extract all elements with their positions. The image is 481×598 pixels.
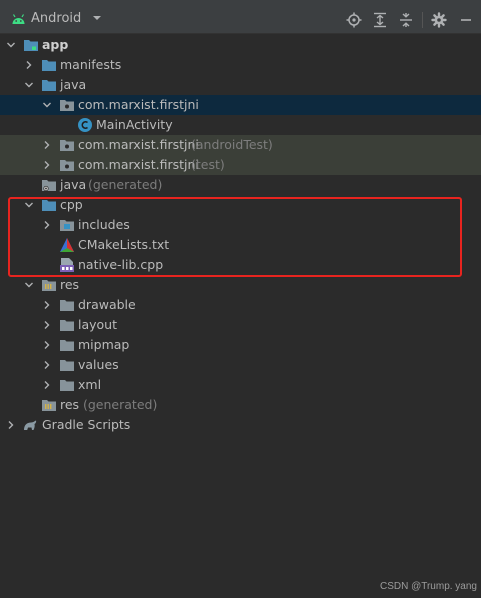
tree-suffix-generated: (generated) [88, 177, 163, 192]
collapse-all-icon[interactable] [398, 12, 414, 28]
minimize-icon[interactable] [458, 12, 474, 28]
chevron-down-icon[interactable] [6, 40, 16, 50]
tree-row-java-generated[interactable]: java (generated) [0, 175, 481, 195]
tree-row-native-lib[interactable]: native-lib.cpp [0, 255, 481, 275]
tree-row-drawable[interactable]: drawable [0, 295, 481, 315]
tree-label-manifests: manifests [60, 57, 122, 72]
tree-row-main-activity[interactable]: MainActivity [0, 115, 481, 135]
chevron-down-icon[interactable] [24, 200, 34, 210]
tree-label-mipmap: mipmap [78, 337, 130, 352]
tree-row-app[interactable]: app [0, 35, 481, 55]
tree-row-mipmap[interactable]: mipmap [0, 335, 481, 355]
tree-row-manifests[interactable]: manifests [0, 55, 481, 75]
tree-label-package-main: com.marxist.firstjni [78, 97, 199, 112]
tree-label-app: app [42, 37, 69, 52]
tree-label-drawable: drawable [78, 297, 136, 312]
chevron-right-icon[interactable] [42, 360, 52, 370]
resource-folder-icon [42, 280, 56, 291]
tree-label-main-activity: MainActivity [96, 117, 173, 132]
tree-row-cpp[interactable]: cpp [0, 195, 481, 215]
toolbar-separator [422, 12, 423, 28]
android-icon [12, 14, 25, 24]
tree-label-package-test: com.marxist.firstjni [78, 157, 199, 172]
folder-icon [60, 380, 74, 391]
chevron-right-icon[interactable] [42, 380, 52, 390]
module-folder-icon [24, 40, 38, 51]
tree-label-xml: xml [78, 377, 102, 392]
tree-label-java: java [60, 77, 87, 92]
tree-label-values: values [78, 357, 119, 372]
package-folder-icon [60, 100, 74, 111]
folder-icon [42, 80, 56, 91]
tree-label-res-generated: res [60, 397, 80, 412]
folder-icon [42, 200, 56, 211]
tree-row-java[interactable]: java [0, 75, 481, 95]
tree-row-package-android-test[interactable]: com.marxist.firstjni (androidTest) [0, 135, 481, 155]
gear-icon[interactable] [431, 12, 447, 28]
tree-label-package-android-test: com.marxist.firstjni [78, 137, 199, 152]
folder-icon [60, 360, 74, 371]
tree-label-java-generated: java [60, 177, 87, 192]
chevron-right-icon[interactable] [42, 160, 52, 170]
kotlin-class-icon [78, 118, 92, 132]
folder-icon [42, 60, 56, 71]
folder-icon [60, 300, 74, 311]
tree-row-xml[interactable]: xml [0, 375, 481, 395]
include-folder-icon [60, 220, 74, 231]
tree-label-cmakelists: CMakeLists.txt [78, 237, 170, 252]
tree-row-package-main[interactable]: com.marxist.firstjni [0, 95, 481, 115]
gradle-icon [24, 420, 37, 430]
project-tree: app manifests java com.marxist.firstjni … [0, 35, 481, 435]
chevron-down-icon[interactable] [24, 80, 34, 90]
chevron-right-icon[interactable] [6, 420, 16, 430]
view-mode-dropdown[interactable]: Android [31, 11, 81, 26]
chevron-right-icon[interactable] [42, 220, 52, 230]
tree-row-res[interactable]: res [0, 275, 481, 295]
watermark: CSDN @Trump. yang [379, 581, 477, 592]
tree-label-layout: layout [78, 317, 118, 332]
tree-row-values[interactable]: values [0, 355, 481, 375]
tree-row-package-test[interactable]: com.marxist.firstjni (test) [0, 155, 481, 175]
chevron-right-icon[interactable] [42, 320, 52, 330]
chevron-down-icon[interactable] [42, 100, 52, 110]
resource-folder-icon [42, 400, 56, 411]
generated-folder-icon [42, 180, 56, 192]
cmake-icon [60, 238, 74, 252]
tree-row-includes[interactable]: includes [0, 215, 481, 235]
project-toolbar: Android [0, 4, 481, 34]
chevron-down-icon[interactable] [92, 14, 102, 22]
folder-icon [60, 320, 74, 331]
tree-row-cmakelists[interactable]: CMakeLists.txt [0, 235, 481, 255]
tree-suffix-res-generated: (generated) [83, 397, 158, 412]
tree-row-gradle-scripts[interactable]: Gradle Scripts [0, 415, 481, 435]
chevron-right-icon[interactable] [42, 300, 52, 310]
folder-icon [60, 340, 74, 351]
tree-label-native-lib: native-lib.cpp [78, 257, 164, 272]
chevron-down-icon[interactable] [24, 280, 34, 290]
tree-label-res: res [60, 277, 80, 292]
package-folder-icon [60, 160, 74, 171]
tree-label-includes: includes [78, 217, 130, 232]
tree-label-gradle-scripts: Gradle Scripts [42, 417, 131, 432]
tree-row-layout[interactable]: layout [0, 315, 481, 335]
chevron-right-icon[interactable] [42, 340, 52, 350]
chevron-right-icon[interactable] [24, 60, 34, 70]
locate-icon[interactable] [346, 12, 362, 28]
cpp-file-icon [60, 258, 74, 272]
package-folder-icon [60, 140, 74, 151]
tree-row-res-generated[interactable]: res (generated) [0, 395, 481, 415]
tree-suffix-test: (test) [191, 157, 225, 172]
expand-all-icon[interactable] [372, 12, 388, 28]
chevron-right-icon[interactable] [42, 140, 52, 150]
tree-label-cpp: cpp [60, 197, 83, 212]
tree-suffix-android-test: (androidTest) [191, 137, 273, 152]
